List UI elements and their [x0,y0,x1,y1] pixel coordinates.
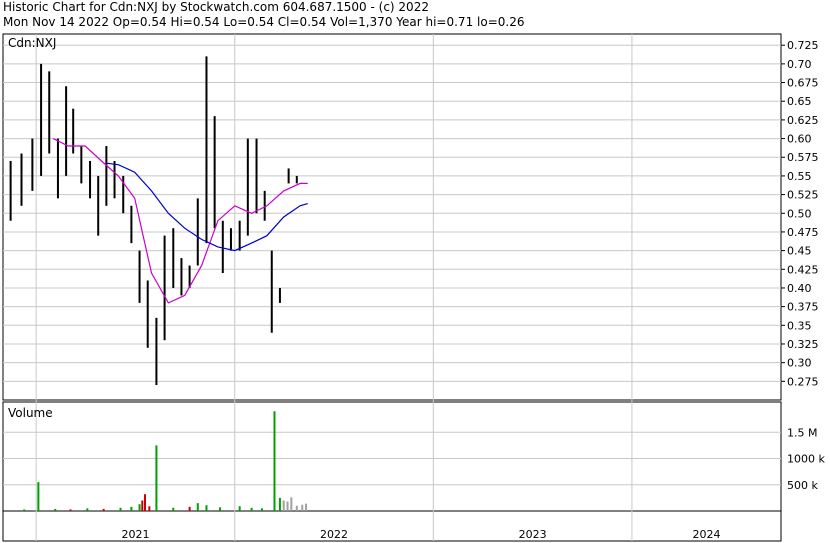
volume-bar [250,507,253,511]
volume-bar [172,507,175,511]
price-tick-label: 0.725 [787,39,819,52]
volume-bar [305,503,308,511]
volume-y-axis: 1.5 M 1000 k 500 k [787,426,825,492]
price-tick-label: 0.55 [787,170,812,183]
volume-bar [54,508,57,511]
volume-bar [301,504,304,511]
volume-bar [130,506,133,511]
volume-bar [295,505,298,511]
year-label: 2024 [692,528,720,541]
volume-bar [148,506,151,511]
volume-bar [196,503,199,511]
volume-bar [188,506,191,511]
x-axis-labels: 2021 2022 2023 2024 [121,528,720,541]
price-tick-label: 0.625 [787,114,819,127]
price-tick-label: 0.475 [787,226,819,239]
volume-bar [102,508,105,511]
volume-bar [260,508,263,511]
volume-panel-label: Volume [8,406,53,420]
price-tick-label: 0.60 [787,133,812,146]
price-tick-label: 0.50 [787,207,812,220]
xaxis-frame [2,510,782,542]
volume-bar [155,445,158,511]
volume-bar [86,508,89,511]
price-tick-label: 0.35 [787,319,812,332]
volume-bar [290,497,293,511]
price-tick-label: 0.70 [787,58,812,71]
volume-bar [238,506,241,511]
volume-bar [141,500,144,511]
volume-tick-label: 1000 k [787,453,825,466]
volume-bar [282,500,285,511]
volume-bar [219,507,222,511]
price-tick-label: 0.675 [787,77,819,90]
volume-bar [69,509,72,511]
volume-bar [273,411,276,511]
volume-bar [286,501,289,511]
volume-bars [23,411,308,511]
price-bars [9,56,298,386]
price-panel-frame [2,33,782,401]
price-tick-label: 0.65 [787,95,812,108]
price-tick-label: 0.45 [787,245,812,258]
price-y-axis: 0.725 0.70 0.675 0.65 0.625 0.60 0.575 0.55 0.52… [781,39,819,388]
volume-tick-label: 1.5 M [787,426,817,439]
year-label: 2021 [121,528,149,541]
price-tick-label: 0.525 [787,189,819,202]
moving-average-short [52,138,308,304]
price-tick-label: 0.30 [787,357,812,370]
volume-bar [278,497,281,511]
price-tick-label: 0.375 [787,301,819,314]
volume-panel-frame [2,401,782,512]
price-tick-label: 0.40 [787,282,812,295]
price-tick-label: 0.325 [787,338,819,351]
volume-tick-label: 500 k [787,479,818,492]
volume-bar [143,494,146,511]
price-panel-label: Cdn:NXJ [8,36,56,50]
volume-bar [138,504,141,511]
volume-bar [119,507,122,511]
stock-chart: 0.725 0.70 0.675 0.65 0.625 0.60 0.575 0.55 0.52… [2,33,825,542]
moving-averages [52,138,308,304]
price-tick-label: 0.425 [787,263,819,276]
volume-bar [205,505,208,511]
volume-bar [23,509,26,511]
year-label: 2023 [519,528,547,541]
year-label: 2022 [320,528,348,541]
volume-bar [37,482,40,511]
price-tick-label: 0.575 [787,151,819,164]
grid-lines [3,34,781,541]
price-tick-label: 0.275 [787,375,819,388]
